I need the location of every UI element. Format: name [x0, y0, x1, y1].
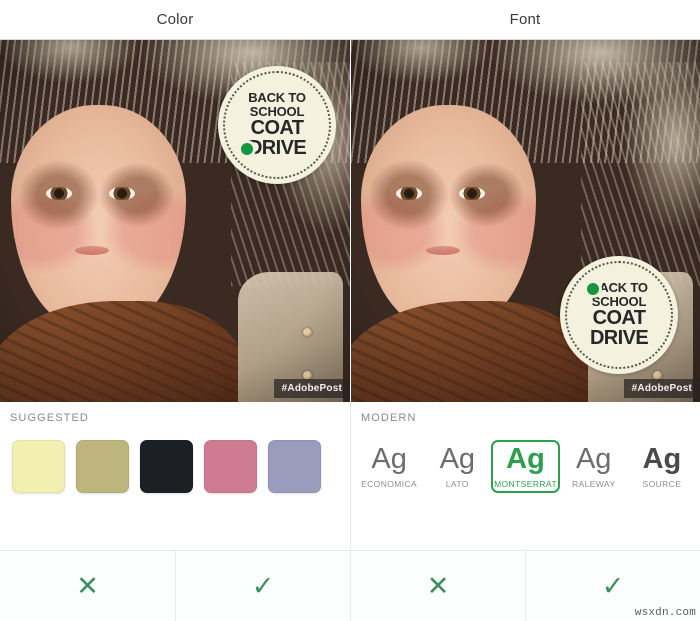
- font-sample-glyph: Ag: [575, 443, 612, 475]
- color-swatch-cell[interactable]: [134, 440, 198, 493]
- font-choice-row: Ag ECONOMICA Ag LATO Ag MONTSERRAT Ag RALEWAY Ag…: [351, 440, 700, 493]
- badge-line-1: BACK TO: [248, 90, 306, 106]
- font-option-label: ECONOMICA: [361, 479, 418, 490]
- tab-color[interactable]: Color: [0, 0, 350, 39]
- swatch-olive[interactable]: [75, 440, 129, 493]
- swatch-periwinkle[interactable]: [267, 440, 321, 493]
- tab-color-label: Color: [156, 11, 194, 28]
- badge-accent-dot: [584, 280, 602, 298]
- font-section-label: MODERN: [361, 412, 417, 424]
- badge-text: BACK TO SCHOOL COAT DRIVE: [247, 90, 307, 160]
- swatch-rose-pink[interactable]: [203, 440, 257, 493]
- adobe-post-watermark: #AdobePost: [273, 379, 350, 398]
- preview-row: BACK TO SCHOOL COAT DRIVE #AdobePost BAC…: [0, 40, 700, 402]
- action-bar: ✕ ✓ ✕ ✓: [0, 550, 700, 621]
- badge-line-4: DRIVE: [589, 327, 649, 350]
- font-option-montserrat[interactable]: Ag MONTSERRAT: [491, 440, 559, 493]
- tab-font[interactable]: Font: [350, 0, 700, 39]
- font-option-raleway[interactable]: Ag RALEWAY: [560, 440, 628, 493]
- app-root: Color Font BACK TO SCHOOL COAT DRIVE #Ad…: [0, 0, 700, 621]
- badge-line-3: COAT: [250, 116, 304, 139]
- badge-line-3: COAT: [592, 306, 646, 329]
- swatch-pale-yellow[interactable]: [11, 440, 65, 493]
- font-option-economica[interactable]: Ag ECONOMICA: [355, 440, 423, 493]
- preview-color[interactable]: BACK TO SCHOOL COAT DRIVE #AdobePost: [0, 40, 350, 402]
- font-option-label: MONTSERRAT: [494, 479, 557, 490]
- swatch-near-black[interactable]: [139, 440, 193, 493]
- adobe-post-watermark: #AdobePost: [623, 379, 700, 398]
- color-section-label: SUGGESTED: [10, 412, 89, 424]
- badge-sticker[interactable]: BACK TO SCHOOL COAT DRIVE: [560, 256, 678, 374]
- close-icon: ✕: [426, 570, 450, 601]
- badge-line-2: SCHOOL: [249, 103, 305, 119]
- font-option-lato[interactable]: Ag LATO: [423, 440, 491, 493]
- font-options-panel: MODERN Ag ECONOMICA Ag LATO Ag MONTSERRAT Ag RA…: [350, 402, 700, 550]
- badge-accent-dot: [238, 140, 256, 158]
- badge-line-2: SCHOOL: [591, 293, 647, 309]
- font-option-source[interactable]: Ag SOURCE: [628, 440, 696, 493]
- color-swatch-cell[interactable]: [6, 440, 70, 493]
- reject-font-button[interactable]: ✕: [350, 551, 525, 621]
- font-option-label: LATO: [445, 479, 469, 490]
- font-sample-glyph: Ag: [642, 443, 682, 475]
- check-icon: ✓: [601, 570, 625, 601]
- options-row: SUGGESTED MODERN Ag ECONOMICA Ag LATO Ag MONT…: [0, 402, 700, 550]
- tab-font-label: Font: [509, 11, 541, 28]
- font-option-label: SOURCE: [642, 479, 682, 490]
- site-watermark: wsxdn.com: [634, 607, 696, 619]
- color-swatch-row: [0, 440, 350, 493]
- badge-line-4: DRIVE: [247, 137, 307, 160]
- badge-sticker[interactable]: BACK TO SCHOOL COAT DRIVE: [218, 66, 336, 184]
- close-icon: ✕: [76, 570, 99, 601]
- color-swatch-cell[interactable]: [262, 440, 326, 493]
- color-swatch-cell[interactable]: [70, 440, 134, 493]
- font-sample-glyph: Ag: [371, 443, 407, 475]
- color-swatch-cell[interactable]: [198, 440, 262, 493]
- reject-color-button[interactable]: ✕: [0, 551, 175, 621]
- color-options-panel: SUGGESTED: [0, 402, 350, 550]
- preview-font[interactable]: BACK TO SCHOOL COAT DRIVE #AdobePost: [350, 40, 700, 402]
- font-sample-glyph: Ag: [506, 443, 545, 475]
- header-tabs: Color Font: [0, 0, 700, 40]
- font-sample-glyph: Ag: [439, 443, 476, 475]
- check-icon: ✓: [251, 570, 275, 601]
- accept-color-button[interactable]: ✓: [175, 551, 350, 621]
- font-option-label: RALEWAY: [572, 479, 616, 490]
